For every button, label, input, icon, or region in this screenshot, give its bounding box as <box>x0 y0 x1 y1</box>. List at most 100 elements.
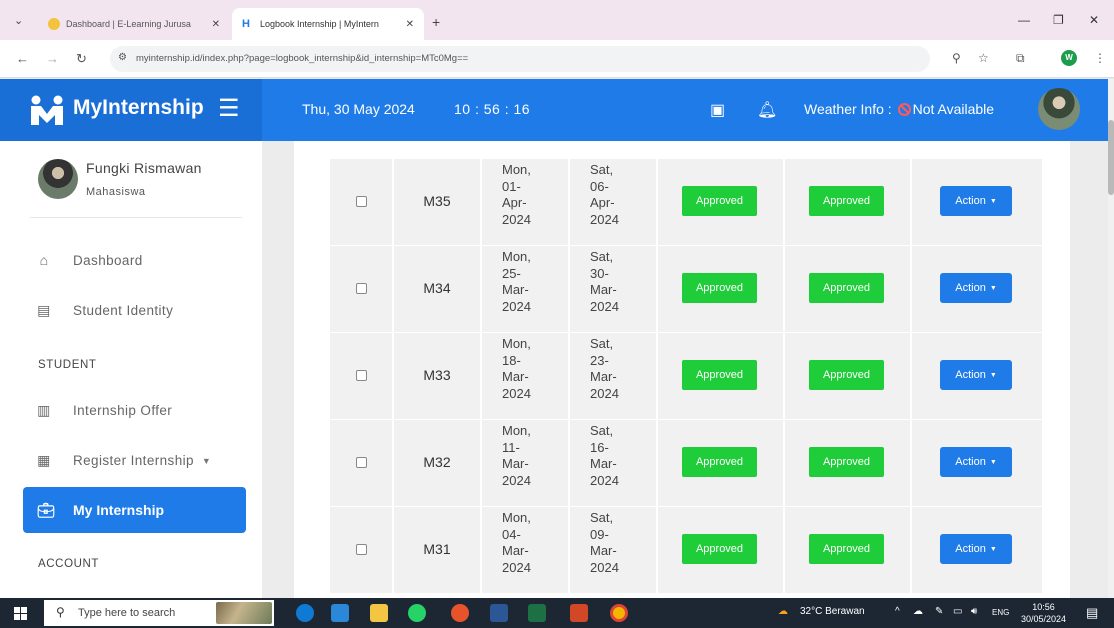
pen-icon[interactable]: ✎ <box>935 606 943 617</box>
profile-avatar[interactable]: W <box>1061 50 1077 66</box>
window-close-icon[interactable]: ✕ <box>1089 13 1099 27</box>
action-label: Action <box>955 282 986 294</box>
section-heading-account: ACCOUNT <box>38 558 100 570</box>
end-date: Sat, 23- Mar- 2024 <box>590 336 619 401</box>
pdf-app-icon[interactable] <box>570 604 588 622</box>
site-info-icon[interactable]: ⚙ <box>118 52 127 63</box>
action-dropdown-button[interactable]: Action ▼ <box>940 447 1012 477</box>
row-checkbox[interactable] <box>356 196 367 207</box>
language-indicator[interactable]: ENG <box>992 608 1009 617</box>
sidebar-item-my-internship[interactable]: 💼︎ My Internship <box>23 487 246 533</box>
clock-time: 10:56 <box>1032 602 1055 612</box>
url-field[interactable]: ⚙ myinternship.id/index.php?page=logbook… <box>110 46 930 72</box>
supervisor-approval-badge: Approved <box>809 534 884 564</box>
user-role: Mahasiswa <box>86 186 146 198</box>
store-app-icon[interactable] <box>331 604 349 622</box>
notification-bell-icon[interactable]: 🔔︎ <box>757 100 777 120</box>
whatsapp-icon[interactable] <box>408 604 426 622</box>
windows-start-icon[interactable] <box>14 607 27 620</box>
maximize-icon[interactable]: ❐ <box>1053 13 1064 27</box>
tab-search-chevron-icon[interactable]: ⌄ <box>14 14 23 27</box>
user-name: Fungki Rismawan <box>86 160 202 176</box>
cell-code: M35 <box>394 159 480 245</box>
sidebar-item-dashboard[interactable]: ⌂ Dashboard <box>36 252 143 268</box>
row-checkbox[interactable] <box>356 283 367 294</box>
sidebar-item-student-identity[interactable]: ▤ Student Identity <box>36 302 173 319</box>
sidebar: Fungki Rismawan Mahasiswa ⌂ Dashboard ▤ … <box>0 141 262 598</box>
menu-kebab-icon[interactable]: ⋮ <box>1094 51 1106 65</box>
lecturer-approval-badge: Approved <box>682 534 757 564</box>
taskbar-weather[interactable]: 32°C Berawan <box>800 606 865 617</box>
word-icon[interactable] <box>490 604 508 622</box>
volume-icon[interactable]: 🔊︎ <box>971 606 977 617</box>
logbook-code: M31 <box>423 541 451 557</box>
hamburger-menu-icon[interactable]: ☰ <box>218 94 240 123</box>
file-explorer-icon[interactable] <box>370 604 388 622</box>
extensions-icon[interactable]: ⧉ <box>1016 51 1025 66</box>
supervisor-approval-badge: Approved <box>809 273 884 303</box>
cell-action: Action ▼ <box>912 420 1042 506</box>
sidebar-item-label: Student Identity <box>73 303 174 318</box>
close-icon[interactable]: ✕ <box>212 19 220 30</box>
caret-down-icon: ▼ <box>989 372 997 379</box>
notification-center-icon[interactable]: ▤ <box>1086 605 1098 621</box>
chrome-alt-icon[interactable] <box>451 604 469 622</box>
cell-end: Sat, 06- Apr- 2024 <box>570 159 656 245</box>
logbook-code: M35 <box>423 193 451 209</box>
action-dropdown-button[interactable]: Action ▼ <box>940 186 1012 216</box>
header-date: Thu, 30 May 2024 <box>302 101 415 117</box>
user-avatar[interactable] <box>1038 88 1080 130</box>
bookmark-star-icon[interactable]: ☆ <box>978 51 989 65</box>
cell-code: M32 <box>394 420 480 506</box>
chrome-icon[interactable] <box>610 604 628 622</box>
table-row: M35 Mon, 01- Apr- 2024 Sat, 06- Apr- 2024 A… <box>330 159 1042 245</box>
caret-down-icon: ▼ <box>989 198 997 205</box>
action-dropdown-button[interactable]: Action ▼ <box>940 534 1012 564</box>
calendar-icon[interactable]: ▣ <box>710 100 725 120</box>
back-icon[interactable]: ← <box>16 51 29 66</box>
scrollbar-thumb[interactable] <box>1108 120 1114 195</box>
tray-chevron-icon[interactable]: ^ <box>895 606 900 617</box>
edge-app-icon[interactable] <box>296 604 314 622</box>
windows-taskbar: ⚲ Type here to search ☁ 32°C Berawan ^ ☁… <box>0 598 1114 628</box>
cell-code: M31 <box>394 507 480 593</box>
browser-tab-dashboard[interactable]: Dashboard | E-Learning Jurusa ✕ <box>38 8 230 40</box>
sidebar-item-internship-offer[interactable]: ▥ Internship Offer <box>36 402 172 419</box>
minimize-icon[interactable]: — <box>1018 13 1030 27</box>
brand-name: MyInternship <box>73 96 204 119</box>
action-dropdown-button[interactable]: Action ▼ <box>940 360 1012 390</box>
row-checkbox[interactable] <box>356 544 367 555</box>
cell-status2: Approved <box>785 159 910 245</box>
excel-icon[interactable] <box>528 604 546 622</box>
sidebar-item-label: Internship Offer <box>73 403 173 418</box>
forward-icon[interactable]: → <box>46 51 59 66</box>
weather-tray-icon: ☁ <box>778 606 788 617</box>
tab-title: Dashboard | E-Learning Jurusa <box>66 19 191 29</box>
sidebar-item-register-internship[interactable]: ▦ Register Internship ▼ <box>36 452 211 469</box>
tab-title: Logbook Internship | MyIntern <box>260 19 379 29</box>
taskbar-search[interactable]: ⚲ Type here to search <box>44 600 274 626</box>
brand-area[interactable]: MyInternship ☰ <box>0 79 262 141</box>
cell-check <box>330 159 392 245</box>
reload-icon[interactable]: ↻ <box>76 51 87 67</box>
divider <box>30 217 242 218</box>
browser-tab-logbook[interactable]: H Logbook Internship | MyIntern ✕ <box>232 8 424 40</box>
onedrive-icon[interactable]: ☁ <box>913 606 923 617</box>
network-icon[interactable]: ▭ <box>953 606 962 617</box>
cell-status2: Approved <box>785 507 910 593</box>
taskbar-clock[interactable]: 10:56 30/05/2024 <box>1021 601 1066 625</box>
form-icon: ▦ <box>37 452 51 468</box>
start-date: Mon, 04- Mar- 2024 <box>502 510 531 575</box>
close-icon[interactable]: ✕ <box>406 19 414 30</box>
new-tab-icon[interactable]: + <box>432 14 440 30</box>
action-label: Action <box>955 543 986 555</box>
action-dropdown-button[interactable]: Action ▼ <box>940 273 1012 303</box>
cell-code: M33 <box>394 333 480 419</box>
zoom-icon[interactable]: ⚲ <box>952 51 961 65</box>
logbook-code: M34 <box>423 280 451 296</box>
row-checkbox[interactable] <box>356 370 367 381</box>
cell-status2: Approved <box>785 246 910 332</box>
search-icon: ⚲ <box>56 605 65 619</box>
cell-end: Sat, 09- Mar- 2024 <box>570 507 656 593</box>
row-checkbox[interactable] <box>356 457 367 468</box>
